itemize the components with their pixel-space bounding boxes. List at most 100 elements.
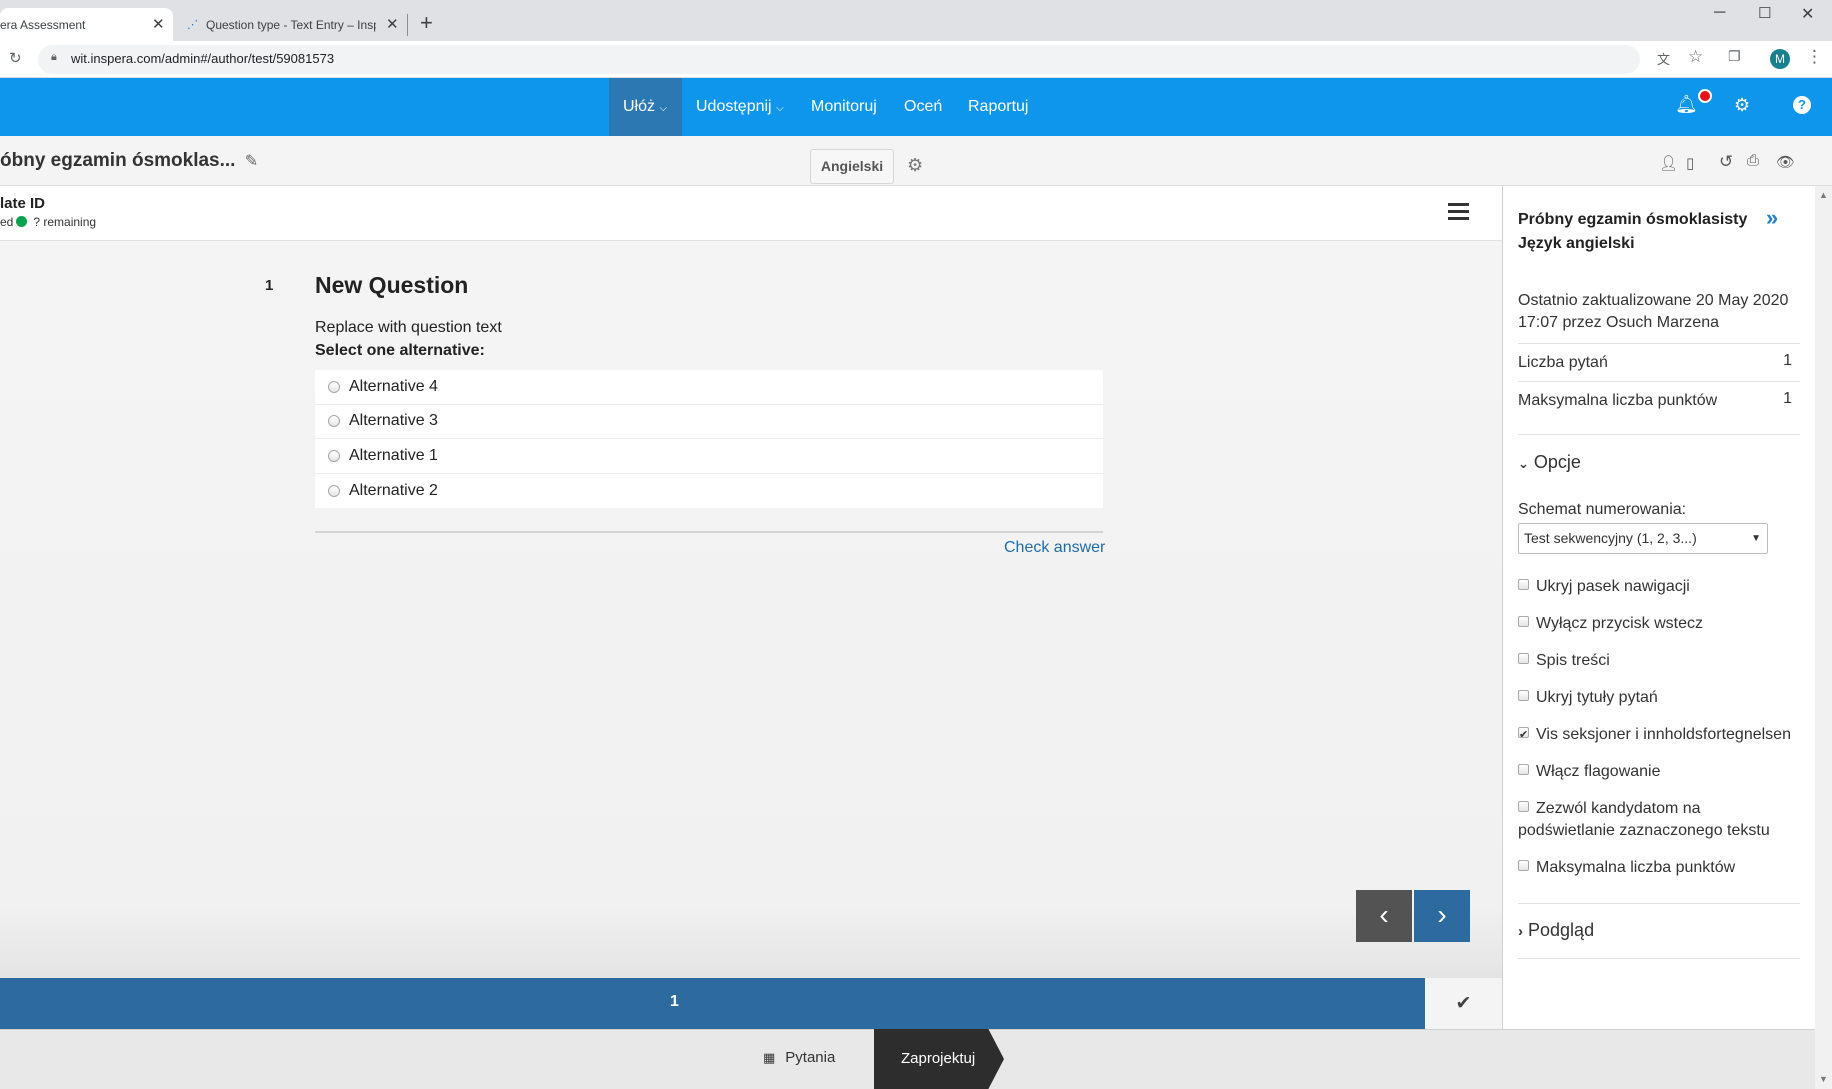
next-question-button[interactable]: › [1414, 890, 1470, 942]
options-section-toggle[interactable]: ⌄ Opcje [1518, 452, 1581, 473]
translate-icon[interactable]: 文 [1657, 49, 1670, 68]
test-title[interactable]: óbny egzamin ósmoklas... ✎ [0, 150, 258, 172]
tab-favicon-icon: ⋰ [187, 19, 198, 31]
panel-subtitle-line: Język angielski [1518, 235, 1635, 252]
checkbox[interactable] [1518, 764, 1529, 775]
option-hide-question-titles[interactable]: Ukryj tytuły pytań [1518, 687, 1808, 709]
nav-item-uloz[interactable]: Ułóż ⌵ [609, 78, 682, 136]
option-show-sections[interactable]: Vis seksjoner i innholdsfortegnelsen [1518, 724, 1818, 746]
option-disable-back[interactable]: Wyłącz przycisk wstecz [1518, 613, 1808, 635]
person-icon[interactable]: 👤︎ [1659, 154, 1678, 172]
radio-button[interactable] [328, 449, 340, 462]
test-title-text: óbny egzamin ósmoklas... [0, 150, 236, 171]
browser-tab-active[interactable]: era Assessment ✕ [0, 8, 173, 41]
checkbox-label: Spis treści [1536, 652, 1610, 669]
profile-avatar[interactable]: M [1770, 49, 1790, 69]
page-number[interactable]: 1 [670, 993, 679, 1011]
updated-line: 17:07 przez Osuch Marzena [1518, 314, 1719, 331]
pencil-icon[interactable]: ✎ [245, 153, 258, 170]
chevron-down-icon: ⌄ [1518, 456, 1529, 471]
alternative-option[interactable]: Alternative 3 [315, 405, 1103, 439]
option-allow-highlighting[interactable]: Zezwól kandydatom na podświetlanie zaznac… [1518, 798, 1808, 842]
bell-icon[interactable]: 🔔︎ [1675, 94, 1698, 115]
preview-section-toggle[interactable]: › Podgląd [1518, 920, 1594, 941]
minimize-icon[interactable]: ─ [1714, 4, 1725, 22]
question-title[interactable]: New Question [315, 272, 468, 299]
tab-close-icon[interactable]: ✕ [152, 15, 165, 33]
nav-label: Ułóż [623, 98, 656, 115]
tab-close-icon[interactable]: ✕ [386, 15, 399, 33]
option-hide-navbar[interactable]: Ukryj pasek nawigacji [1518, 576, 1808, 598]
nav-label: Oceń [904, 98, 943, 115]
checkbox[interactable] [1518, 690, 1529, 701]
checkbox[interactable] [1518, 860, 1529, 871]
alternative-option[interactable]: Alternative 1 [315, 439, 1103, 474]
question-number: 1 [265, 277, 274, 294]
option-enable-flagging[interactable]: Włącz flagowanie [1518, 761, 1808, 783]
url-text[interactable]: wit.inspera.com/admin#/author/test/59081… [71, 51, 334, 66]
help-icon[interactable]: ? [1793, 96, 1811, 114]
preview-eye-icon[interactable]: 👁︎ [1776, 153, 1795, 171]
numbering-select[interactable]: Test sekwencyjny (1, 2, 3...) ▼ [1518, 523, 1768, 554]
check-answer-link[interactable]: Check answer [1004, 539, 1105, 557]
last-updated-text: Ostatnio zaktualizowane 20 May 2020 17:0… [1518, 290, 1808, 334]
max-points-label: Maksymalna liczba punktów [1518, 392, 1718, 409]
new-tab-icon[interactable]: + [420, 12, 433, 34]
gear-icon[interactable]: ⚙ [1734, 95, 1750, 116]
settings-gear-icon[interactable]: ⚙ [907, 155, 923, 176]
option-max-points[interactable]: Maksymalna liczba punktów [1518, 857, 1808, 879]
extension-icon[interactable]: ❐ [1728, 48, 1741, 65]
document-icon[interactable]: ▯ [1686, 154, 1694, 172]
panel-test-title: Próbny egzamin ósmoklasisty Język angiel… [1518, 208, 1758, 256]
checkbox[interactable] [1518, 801, 1529, 812]
divider [1518, 434, 1800, 435]
question-text[interactable]: Replace with question text [315, 319, 502, 337]
radio-button[interactable] [328, 415, 340, 428]
previous-question-button[interactable]: ‹ [1356, 890, 1412, 942]
radio-button[interactable] [328, 484, 340, 497]
status-text: ed [0, 215, 14, 229]
scroll-down-icon[interactable]: ▼ [1819, 1074, 1828, 1084]
checkbox[interactable] [1518, 579, 1529, 590]
scroll-up-icon[interactable]: ▲ [1819, 190, 1828, 200]
maximize-icon[interactable]: ☐ [1758, 4, 1771, 22]
alternative-label: Alternative 4 [349, 377, 438, 395]
chevron-right-icon: › [1437, 899, 1447, 930]
radio-button[interactable] [328, 380, 340, 393]
section-label: Podgląd [1528, 920, 1595, 940]
questions-tab[interactable]: ▦ Pytania [763, 1049, 835, 1066]
chevron-down-icon: ⌵ [659, 103, 668, 114]
chevron-right-icon: › [1518, 923, 1523, 940]
divider [1518, 343, 1800, 344]
nav-item-raportuj[interactable]: Raportuj [954, 78, 1042, 136]
reload-icon[interactable]: ↻ [9, 49, 22, 67]
menu-hamburger-icon[interactable] [1448, 203, 1469, 220]
panel-scrollbar[interactable] [1815, 186, 1832, 1089]
candidate-id: late ID [0, 195, 46, 212]
language-tab[interactable]: Angielski [810, 149, 894, 184]
alternatives-list: Alternative 4 Alternative 3 Alternative … [315, 370, 1103, 508]
browser-tab[interactable]: ⋰ Question type - Text Entry – Insp ✕ [183, 8, 401, 41]
online-status-dot [16, 216, 28, 227]
nav-item-udostepnij[interactable]: Udostępnij ⌵ [682, 78, 798, 136]
checkmark-icon[interactable]: ✔ [1425, 978, 1502, 1029]
design-tab[interactable]: Zaprojektuj [874, 1029, 1004, 1089]
panel-title-line: Próbny egzamin ósmoklasisty [1518, 211, 1748, 228]
nav-item-monitoruj[interactable]: Monitoruj [797, 78, 891, 136]
collapse-panel-icon[interactable]: » [1766, 205, 1778, 231]
question-instruction: Select one alternative: [315, 342, 485, 359]
checkbox-checked[interactable] [1518, 724, 1529, 746]
alternative-option[interactable]: Alternative 2 [315, 474, 1103, 509]
option-table-of-contents[interactable]: Spis treści [1518, 650, 1808, 672]
browser-menu-icon[interactable]: ⋮ [1806, 47, 1823, 67]
checkbox[interactable] [1518, 616, 1529, 627]
divider [1518, 381, 1800, 382]
alternative-option[interactable]: Alternative 4 [315, 370, 1103, 405]
bookmark-star-icon[interactable]: ☆ [1688, 47, 1703, 67]
nav-item-ocen[interactable]: Oceń [890, 78, 956, 136]
history-icon[interactable]: ↺ [1719, 152, 1733, 172]
window-close-icon[interactable]: ✕ [1801, 4, 1814, 24]
question-count-label: Liczba pytań [1518, 354, 1608, 371]
checkbox[interactable] [1518, 653, 1529, 664]
print-icon[interactable]: ⎙ [1747, 152, 1759, 169]
